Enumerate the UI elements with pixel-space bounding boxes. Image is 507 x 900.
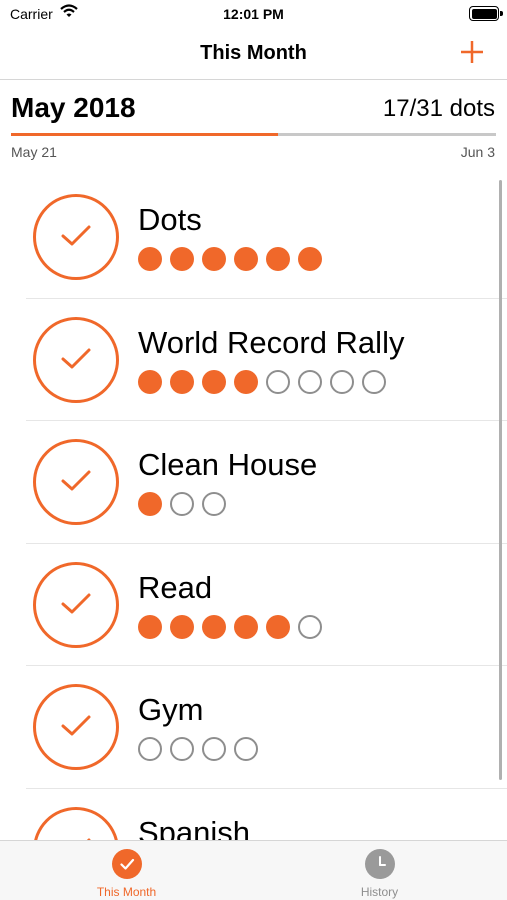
tab-history[interactable]: History xyxy=(253,841,506,900)
complete-habit-button[interactable] xyxy=(33,684,119,770)
dot-filled xyxy=(266,247,290,271)
dot-filled xyxy=(234,369,258,394)
habit-name: Gym xyxy=(138,692,204,727)
habit-list[interactable]: Dots World Record Rally Clean House Read Gym… xyxy=(0,176,507,840)
dot-empty xyxy=(298,614,322,639)
navigation-bar: This Month xyxy=(0,30,507,80)
complete-habit-button[interactable] xyxy=(33,316,119,403)
dot-filled xyxy=(138,492,162,516)
page-title: This Month xyxy=(200,42,307,64)
dot-empty xyxy=(138,737,162,761)
habit-name: Dots xyxy=(138,202,202,237)
dot-filled xyxy=(202,247,226,271)
habit-row[interactable]: Clean House xyxy=(26,421,507,544)
dot-filled xyxy=(234,614,258,639)
tab-bar: This Month History xyxy=(0,840,507,900)
habit-row[interactable]: Read xyxy=(26,544,507,666)
dot-empty xyxy=(330,369,354,394)
add-habit-button[interactable] xyxy=(459,39,485,65)
habit-row[interactable]: Gym xyxy=(26,666,507,789)
checkmark-icon xyxy=(61,470,91,491)
habit-dots xyxy=(138,369,394,394)
dot-filled xyxy=(170,369,194,394)
dot-filled xyxy=(266,614,290,639)
range-end-date: Jun 3 xyxy=(460,144,495,160)
habit-row[interactable]: Spanish xyxy=(26,789,507,841)
dot-filled xyxy=(298,247,322,271)
habit-row[interactable]: World Record Rally xyxy=(26,299,507,421)
month-progress-bar xyxy=(11,133,496,136)
dot-filled xyxy=(138,369,162,394)
complete-habit-button[interactable] xyxy=(33,806,119,840)
dot-filled xyxy=(170,247,194,271)
clock-icon xyxy=(364,849,395,879)
habit-row[interactable]: Dots xyxy=(26,176,507,299)
complete-habit-button[interactable] xyxy=(33,194,119,280)
habit-name: Clean House xyxy=(138,447,318,482)
complete-habit-button[interactable] xyxy=(33,561,119,648)
dot-filled xyxy=(234,247,258,271)
dot-filled xyxy=(202,369,226,394)
dot-empty xyxy=(362,369,386,394)
habit-dots xyxy=(138,614,330,639)
month-title: May 2018 xyxy=(11,92,136,123)
habit-name: Read xyxy=(138,569,213,605)
checkmark-icon xyxy=(61,593,91,613)
habit-dots xyxy=(138,737,266,761)
month-progress-fill xyxy=(11,133,278,136)
complete-habit-button[interactable] xyxy=(33,439,119,525)
range-start-date: May 21 xyxy=(11,144,57,160)
habit-dots xyxy=(138,247,330,271)
dot-filled xyxy=(138,614,162,639)
checkmark-icon xyxy=(61,348,91,368)
dot-filled xyxy=(138,247,162,271)
check-circle-icon xyxy=(111,849,142,879)
habit-name: World Record Rally xyxy=(138,324,405,360)
tab-label: History xyxy=(360,885,399,899)
clock: 12:01 PM xyxy=(223,6,284,22)
checkmark-icon xyxy=(61,715,91,736)
dot-empty xyxy=(266,369,290,394)
dot-filled xyxy=(202,614,226,639)
tab-this-month[interactable]: This Month xyxy=(0,841,253,900)
scrollbar[interactable] xyxy=(499,180,502,780)
dot-filled xyxy=(170,614,194,639)
dot-empty xyxy=(234,737,258,761)
status-bar: Carrier 12:01 PM xyxy=(0,0,507,30)
dot-empty xyxy=(202,492,226,516)
battery-icon xyxy=(469,6,503,21)
habit-name: Spanish xyxy=(138,814,251,841)
habit-dots xyxy=(138,492,234,516)
dot-empty xyxy=(202,737,226,761)
dots-count: 17/31 dots xyxy=(382,95,495,122)
dot-empty xyxy=(170,737,194,761)
tab-label: This Month xyxy=(96,885,157,899)
checkmark-icon xyxy=(61,225,91,246)
dot-empty xyxy=(170,492,194,516)
dot-empty xyxy=(298,369,322,394)
plus-icon xyxy=(461,41,483,63)
